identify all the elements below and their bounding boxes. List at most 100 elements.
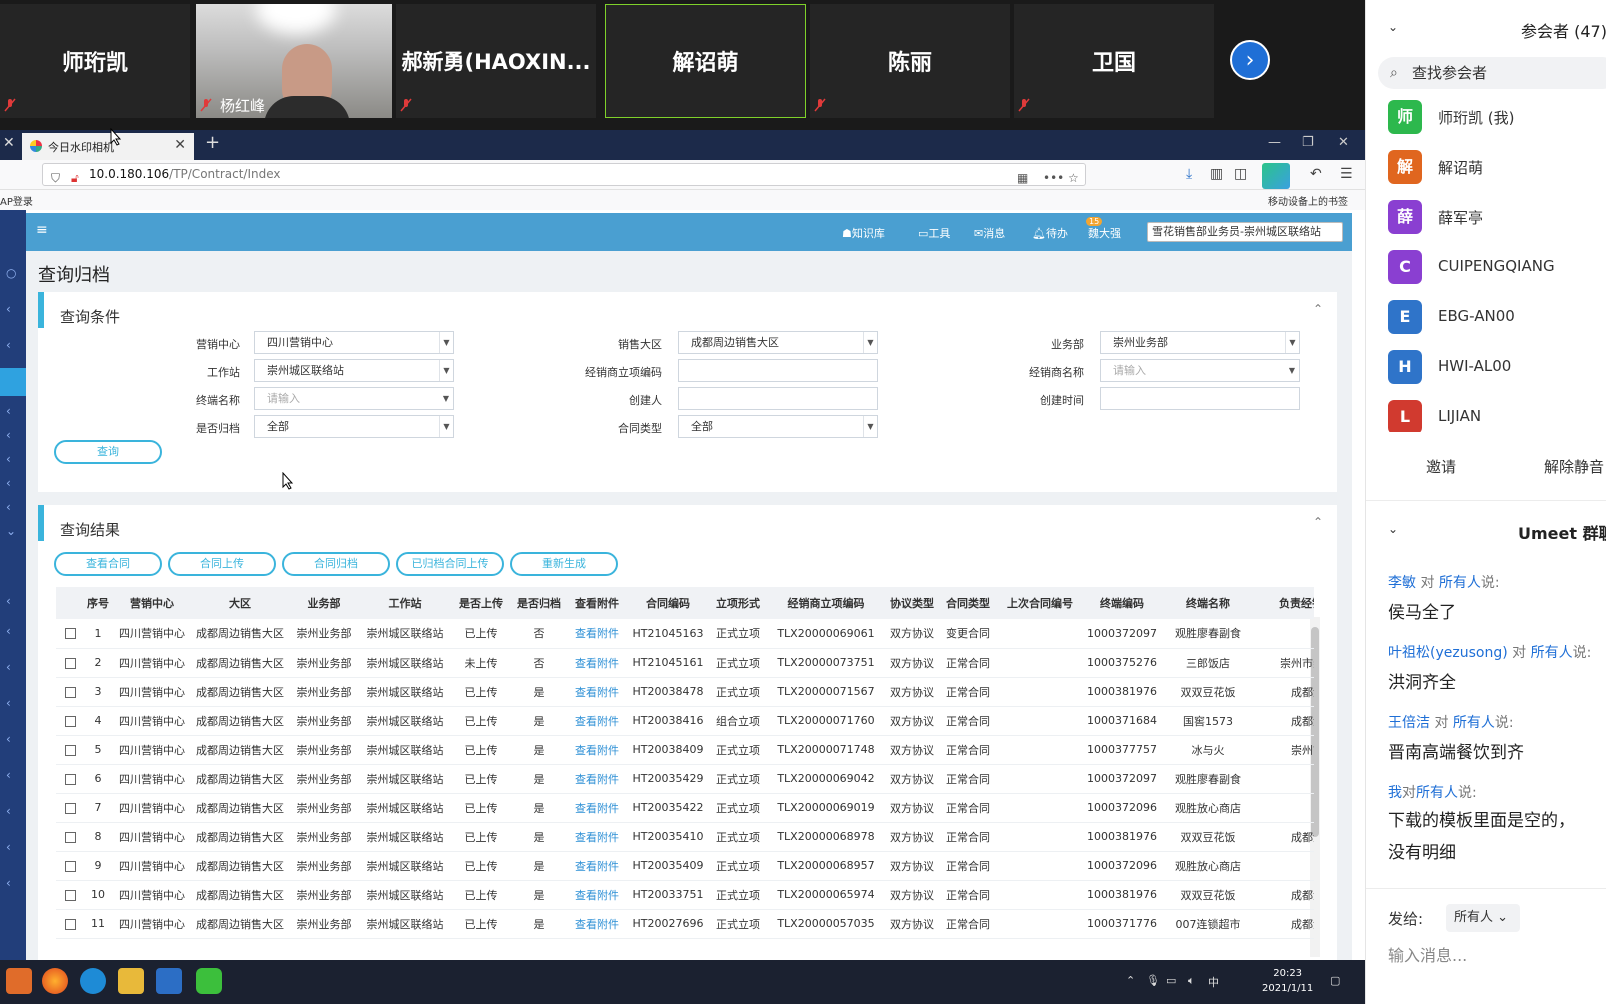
folder-icon[interactable] bbox=[118, 968, 144, 994]
chevron-down-icon[interactable]: ⌄ bbox=[1388, 20, 1398, 34]
table-row[interactable]: 9 四川营销中心 成都周边销售大区 崇州业务部 崇州城区联络站 已上传 是 查看附件 HT200… bbox=[56, 851, 1314, 880]
row-checkbox[interactable] bbox=[64, 628, 76, 640]
dealer-name-select[interactable]: 请输入 ▼ bbox=[1100, 359, 1300, 382]
search-icon[interactable]: ○ bbox=[6, 266, 16, 280]
department-select[interactable]: 崇州业务部 ▼ bbox=[1100, 331, 1300, 354]
notification-icon[interactable]: ▢ bbox=[1330, 974, 1340, 987]
close-window-icon[interactable]: ✕ bbox=[1338, 135, 1349, 150]
upload-archived-contract-button[interactable]: 已归档合同上传 bbox=[396, 552, 504, 576]
row-checkbox[interactable] bbox=[64, 831, 76, 843]
participant-list-item[interactable]: 薛薛军亭 bbox=[1388, 200, 1606, 236]
library-icon[interactable]: ▥ bbox=[1210, 166, 1223, 182]
browser-tab[interactable]: 今日水印相机 ✕ bbox=[22, 133, 194, 160]
row-checkbox[interactable] bbox=[64, 860, 76, 872]
chevron-left-icon[interactable]: ‹ bbox=[6, 452, 11, 466]
chevron-left-icon[interactable]: ‹ bbox=[6, 876, 11, 890]
hamburger-icon[interactable]: ≡ bbox=[36, 222, 48, 238]
participant-list-item[interactable]: 师师珩凯 (我) bbox=[1388, 100, 1606, 136]
marketing-center-select[interactable]: 四川营销中心 ▼ bbox=[254, 331, 454, 354]
header-user[interactable]: 魏大强 bbox=[1088, 225, 1121, 241]
close-tab-icon[interactable]: ✕ bbox=[174, 137, 186, 153]
view-attachment-link[interactable]: 查看附件 bbox=[566, 677, 628, 706]
creator-input[interactable] bbox=[678, 387, 878, 410]
row-checkbox[interactable] bbox=[64, 918, 76, 930]
archived-select[interactable]: 全部 ▼ bbox=[254, 415, 454, 438]
collapse-icon[interactable]: ⌃ bbox=[1313, 515, 1323, 529]
dealer-project-code-input[interactable] bbox=[678, 359, 878, 382]
view-attachment-link[interactable]: 查看附件 bbox=[566, 909, 628, 938]
star-icon[interactable]: ☆ bbox=[1068, 168, 1079, 189]
volume-icon[interactable]: 🔈︎ bbox=[1188, 974, 1195, 988]
mic-icon[interactable]: 🎙︎ bbox=[1146, 974, 1160, 987]
participant-list-item[interactable]: 解解诏萌 bbox=[1388, 150, 1606, 186]
workstation-select[interactable]: 崇州城区联络站 ▼ bbox=[254, 359, 454, 382]
row-checkbox[interactable] bbox=[64, 686, 76, 698]
chevron-left-icon[interactable]: ‹ bbox=[6, 732, 11, 746]
invite-button[interactable]: 邀请 bbox=[1426, 456, 1456, 477]
undo-icon[interactable]: ↶ bbox=[1310, 166, 1322, 182]
table-row[interactable]: 7 四川营销中心 成都周边销售大区 崇州业务部 崇州城区联络站 已上传 是 查看附件 HT200… bbox=[56, 793, 1314, 822]
table-row[interactable]: 3 四川营销中心 成都周边销售大区 崇州业务部 崇州城区联络站 已上传 是 查看附件 HT200… bbox=[56, 677, 1314, 706]
new-tab-icon[interactable]: + bbox=[205, 132, 220, 153]
chat-meta-from[interactable]: 王倍洁 bbox=[1388, 715, 1430, 731]
more-icon[interactable]: ••• bbox=[1043, 168, 1064, 189]
chevron-right-icon[interactable]: › bbox=[1230, 40, 1270, 80]
create-time-input[interactable] bbox=[1100, 387, 1300, 410]
view-attachment-link[interactable]: 查看附件 bbox=[566, 822, 628, 851]
wechat-icon[interactable] bbox=[196, 968, 222, 994]
chevron-left-icon[interactable]: ‹ bbox=[6, 804, 11, 818]
participant-list-item[interactable]: L LIJIAN bbox=[1388, 400, 1606, 432]
chevron-left-icon[interactable]: ‹ bbox=[6, 500, 11, 514]
search-button[interactable]: 查询 bbox=[54, 440, 162, 464]
table-row[interactable]: 1 四川营销中心 成都周边销售大区 崇州业务部 崇州城区联络站 已上传 否 查看附件 HT210… bbox=[56, 619, 1314, 648]
view-attachment-link[interactable]: 查看附件 bbox=[566, 648, 628, 677]
header-todo[interactable]: 🔔︎待办 bbox=[1032, 225, 1068, 241]
clock[interactable]: 20:23 2021/1/11 bbox=[1262, 966, 1313, 996]
chevron-left-icon[interactable]: ‹ bbox=[6, 840, 11, 854]
participant-tile[interactable]: 卫国 bbox=[1014, 4, 1214, 118]
ime-indicator[interactable]: 中 bbox=[1208, 974, 1219, 990]
chevron-left-icon[interactable]: ‹ bbox=[6, 660, 11, 674]
chevron-left-icon[interactable]: ‹ bbox=[6, 696, 11, 710]
participant-list-item[interactable]: H HWI-AL00 bbox=[1388, 350, 1606, 386]
sales-region-select[interactable]: 成都周边销售大区 ▼ bbox=[678, 331, 878, 354]
chevron-left-icon[interactable]: ‹ bbox=[6, 624, 11, 638]
row-checkbox[interactable] bbox=[64, 773, 76, 785]
upload-contract-button[interactable]: 合同上传 bbox=[168, 552, 276, 576]
message-input[interactable]: 输入消息... bbox=[1388, 942, 1467, 966]
view-attachment-link[interactable]: 查看附件 bbox=[566, 619, 628, 648]
download-icon[interactable]: ⤓ bbox=[1186, 166, 1192, 182]
participant-list-item[interactable]: E EBG-AN00 bbox=[1388, 300, 1606, 336]
row-checkbox[interactable] bbox=[64, 657, 76, 669]
mobile-bookmarks[interactable]: 移动设备上的书签 bbox=[1268, 193, 1348, 208]
close-icon[interactable]: ✕ bbox=[3, 135, 15, 151]
collapse-icon[interactable]: ⌃ bbox=[1313, 302, 1323, 316]
header-tools[interactable]: ▭工具 bbox=[918, 225, 950, 241]
table-row[interactable]: 8 四川营销中心 成都周边销售大区 崇州业务部 崇州城区联络站 已上传 是 查看附件 HT200… bbox=[56, 822, 1314, 851]
url-bar[interactable]: ⛉ 🔓︎ 10.0.180.106/TP/Contract/Index ▦ ••… bbox=[42, 163, 1086, 186]
chevron-down-icon[interactable]: ⌄ bbox=[6, 524, 16, 538]
chevron-left-icon[interactable]: ‹ bbox=[6, 428, 11, 442]
chevron-left-icon[interactable]: ‹ bbox=[6, 302, 11, 316]
extension-icon[interactable] bbox=[1262, 163, 1290, 189]
chevron-left-icon[interactable]: ‹ bbox=[6, 404, 11, 418]
row-checkbox[interactable] bbox=[64, 715, 76, 727]
view-attachment-link[interactable]: 查看附件 bbox=[566, 851, 628, 880]
header-messages[interactable]: ✉消息 bbox=[974, 225, 1005, 241]
header-knowledge[interactable]: ☗知识库 bbox=[842, 225, 885, 241]
row-checkbox[interactable] bbox=[64, 744, 76, 756]
table-row[interactable]: 4 四川营销中心 成都周边销售大区 崇州业务部 崇州城区联络站 已上传 是 查看附件 HT200… bbox=[56, 706, 1314, 735]
qr-icon[interactable]: ▦ bbox=[1017, 168, 1028, 189]
chevron-left-icon[interactable]: ‹ bbox=[6, 768, 11, 782]
sidebar-icon[interactable]: ◫ bbox=[1234, 166, 1247, 182]
role-select[interactable]: 雪花销售部业务员-崇州城区联络站 bbox=[1147, 222, 1343, 242]
view-attachment-link[interactable]: 查看附件 bbox=[566, 764, 628, 793]
view-attachment-link[interactable]: 查看附件 bbox=[566, 706, 628, 735]
ie-icon[interactable] bbox=[80, 968, 106, 994]
participant-tile[interactable]: 陈丽 bbox=[810, 4, 1010, 118]
chevron-left-icon[interactable]: ‹ bbox=[6, 476, 11, 490]
chat-meta-from[interactable]: 叶祖松(yezusong) bbox=[1388, 645, 1508, 661]
view-attachment-link[interactable]: 查看附件 bbox=[566, 880, 628, 909]
archive-contract-button[interactable]: 合同归档 bbox=[282, 552, 390, 576]
row-checkbox[interactable] bbox=[64, 889, 76, 901]
